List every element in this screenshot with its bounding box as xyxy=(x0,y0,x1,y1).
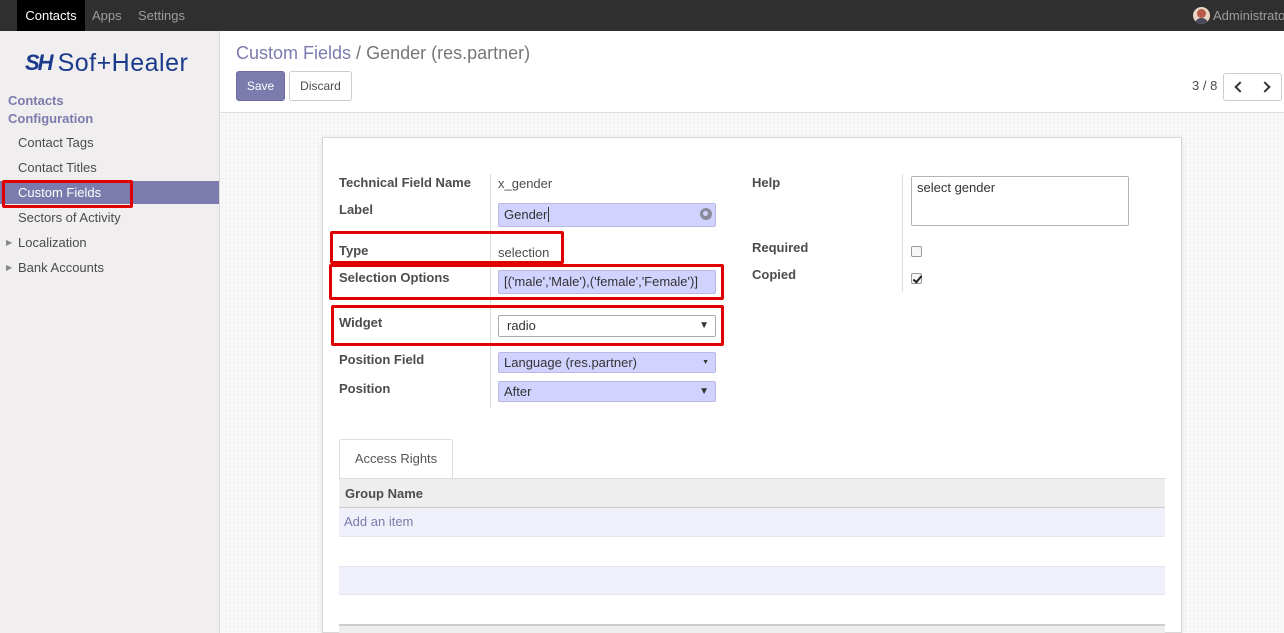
help-label: Help xyxy=(752,175,781,190)
sidebar-item-contact-tags[interactable]: Contact Tags xyxy=(0,131,219,154)
pager-previous-button[interactable] xyxy=(1223,73,1253,101)
dropdown-arrow-icon: ▼ xyxy=(699,320,709,331)
caret-right-icon: ▶ xyxy=(6,263,13,272)
table-header: Group Name xyxy=(339,478,1165,508)
sidebar-item-label: Localization xyxy=(18,235,87,250)
copied-checkbox[interactable] xyxy=(911,273,922,284)
breadcrumb-separator: / xyxy=(356,43,362,63)
pager-next-button[interactable] xyxy=(1252,73,1282,101)
widget-select[interactable]: radio ▼ xyxy=(498,315,716,337)
table-row xyxy=(339,537,1165,566)
logo-mark: SH xyxy=(25,50,54,75)
help-textarea[interactable]: select gender xyxy=(911,176,1129,226)
user-name[interactable]: Administrator xyxy=(1213,0,1284,31)
widget-select-value: radio xyxy=(507,318,536,333)
type-label: Type xyxy=(339,243,369,258)
position-field-label: Position Field xyxy=(339,352,425,367)
widget-label: Widget xyxy=(339,315,383,330)
user-avatar[interactable] xyxy=(1193,7,1210,24)
menu-settings[interactable]: Settings xyxy=(138,0,185,31)
logo-wordmark: Sof+Healer xyxy=(57,48,189,77)
position-label: Position xyxy=(339,381,391,396)
breadcrumb: Custom Fields / Gender (res.partner) xyxy=(236,43,530,64)
sidebar-item-label: Bank Accounts xyxy=(18,260,104,275)
type-value: selection xyxy=(498,245,550,260)
menu-contacts[interactable]: Contacts xyxy=(17,0,85,31)
menu-apps[interactable]: Apps xyxy=(92,0,122,31)
technical-field-name-label: Technical Field Name xyxy=(339,175,471,190)
technical-field-name-value: x_gender xyxy=(498,176,553,191)
table-row xyxy=(339,566,1165,595)
discard-button[interactable]: Discard xyxy=(289,71,352,101)
label-input[interactable]: Gender xyxy=(498,203,716,227)
save-button[interactable]: Save xyxy=(236,71,285,101)
required-label: Required xyxy=(752,240,809,255)
breadcrumb-current: Gender (res.partner) xyxy=(366,43,531,63)
sidebar-item-custom-fields[interactable]: Custom Fields xyxy=(0,181,219,204)
tab-access-rights[interactable]: Access Rights xyxy=(339,439,453,479)
caret-right-icon: ▶ xyxy=(6,238,13,247)
sidebar-section-contacts: Contacts xyxy=(8,93,64,108)
column-divider xyxy=(490,174,491,408)
sidebar-item-sectors-of-activity[interactable]: Sectors of Activity xyxy=(0,206,219,229)
dropdown-arrow-icon: ▼ xyxy=(702,359,709,366)
chevron-right-icon xyxy=(1259,81,1271,93)
table-row: Add an item xyxy=(339,508,1165,537)
selection-options-label: Selection Options xyxy=(339,270,450,285)
selection-options-input[interactable]: [('male','Male'),('female','Female')] xyxy=(498,270,716,294)
column-divider xyxy=(902,174,903,292)
pager-value: 3 / 8 xyxy=(1192,78,1218,93)
label-input-value: Gender xyxy=(504,207,548,222)
sidebar-section-configuration: Configuration xyxy=(8,111,94,126)
translate-globe-icon[interactable] xyxy=(700,208,712,220)
position-select[interactable]: After ▼ xyxy=(498,381,716,402)
chevron-left-icon xyxy=(1233,81,1246,93)
sidebar-item-localization[interactable]: ▶ Localization xyxy=(0,231,219,254)
table-footer xyxy=(339,624,1165,633)
sidebar: SH Sof+Healer Contacts Configuration Con… xyxy=(0,31,220,633)
top-navbar: Contacts Apps Settings Administrator xyxy=(0,0,1284,31)
label-label: Label xyxy=(339,202,373,217)
dropdown-arrow-icon: ▼ xyxy=(699,386,709,397)
table-row xyxy=(339,595,1165,624)
sidebar-item-contact-titles[interactable]: Contact Titles xyxy=(0,156,219,179)
softhealer-logo[interactable]: SH Sof+Healer xyxy=(25,49,188,77)
breadcrumb-parent[interactable]: Custom Fields xyxy=(236,43,351,63)
copied-label: Copied xyxy=(752,267,797,282)
position-field-select[interactable]: Language (res.partner) ▼ xyxy=(498,352,716,373)
position-field-select-value: Language (res.partner) xyxy=(504,355,637,370)
column-group-name[interactable]: Group Name xyxy=(345,486,423,501)
sidebar-item-bank-accounts[interactable]: ▶ Bank Accounts xyxy=(0,256,219,279)
required-checkbox[interactable] xyxy=(911,246,922,257)
add-item-link[interactable]: Add an item xyxy=(344,514,413,529)
position-select-value: After xyxy=(504,384,532,399)
